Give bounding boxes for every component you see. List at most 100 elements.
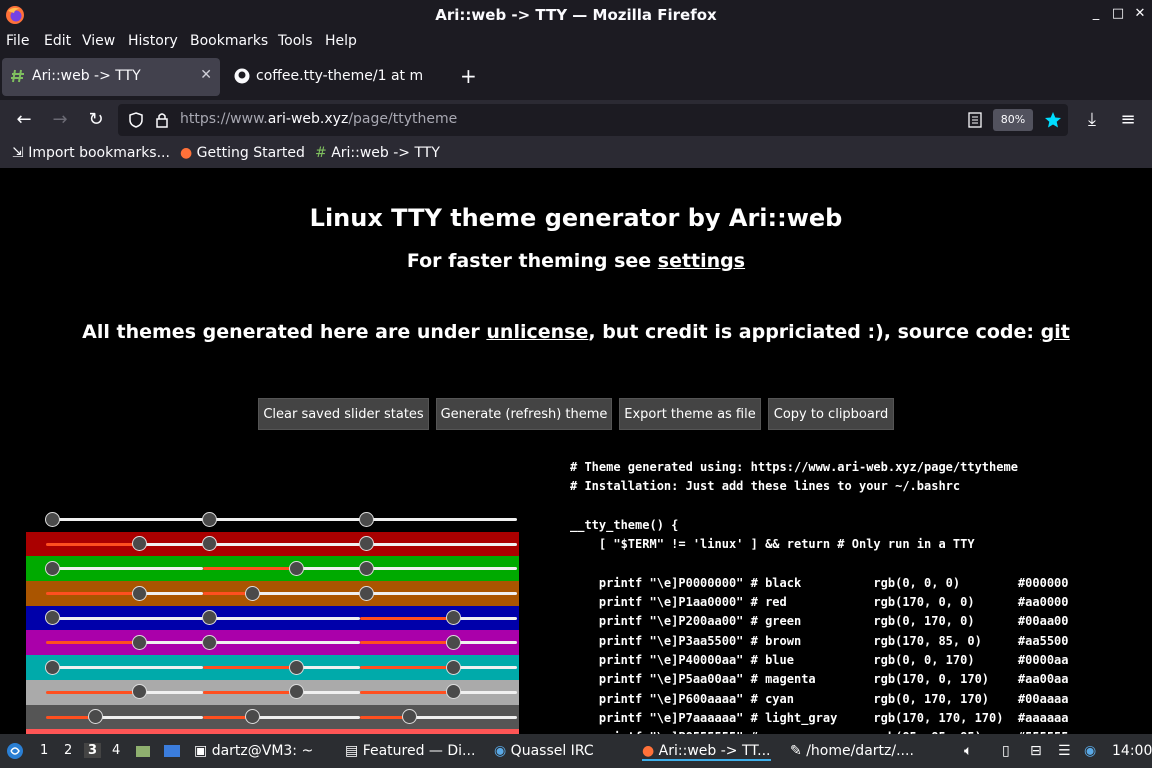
taskbar-item-firefox[interactable]: ● Ari::web -> TT... — [642, 743, 771, 761]
slider-track[interactable] — [210, 542, 360, 546]
slider-track[interactable] — [96, 715, 203, 719]
workspace-4[interactable]: 4 — [112, 743, 120, 758]
slider-knob[interactable] — [445, 610, 461, 626]
slider-knob[interactable] — [131, 585, 147, 601]
menu-help[interactable]: Help — [325, 33, 357, 49]
slider-track[interactable] — [53, 567, 203, 571]
generate-theme-button[interactable]: Generate (refresh) theme — [436, 398, 612, 430]
slider-track[interactable] — [53, 518, 203, 521]
desktop-icon[interactable] — [163, 742, 181, 760]
menu-bookmarks[interactable]: Bookmarks — [190, 33, 268, 49]
slider-track[interactable] — [253, 592, 360, 596]
slider-knob[interactable] — [202, 634, 217, 650]
slider-knob[interactable] — [445, 634, 461, 650]
workspace-1[interactable]: 1 — [40, 743, 48, 758]
reload-icon[interactable]: ↻ — [84, 108, 108, 132]
clipboard-icon[interactable]: ▯ — [1002, 743, 1010, 759]
clear-slider-states-button[interactable]: Clear saved slider states — [258, 398, 429, 430]
slider-knob[interactable] — [288, 684, 304, 700]
slider-track[interactable] — [139, 641, 203, 645]
slider-track[interactable] — [253, 715, 360, 719]
slider-track[interactable] — [453, 641, 517, 645]
lock-icon[interactable] — [155, 112, 169, 128]
slider-knob[interactable] — [402, 709, 418, 724]
url-bar[interactable]: https://www.ari-web.xyz/page/ttytheme 80… — [118, 104, 1068, 136]
workspace-2[interactable]: 2 — [64, 743, 72, 758]
tab-github[interactable]: coffee.tty-theme/1 at ma — [226, 58, 448, 96]
bookmark-star-icon[interactable] — [1044, 111, 1062, 129]
slider-track[interactable] — [367, 567, 517, 571]
slider-track[interactable] — [210, 616, 360, 620]
maximize-icon[interactable]: □ — [1110, 6, 1126, 21]
slider-track[interactable] — [453, 616, 517, 620]
slider-knob[interactable] — [45, 610, 60, 626]
slider-track[interactable] — [139, 592, 203, 596]
git-link[interactable]: git — [1041, 321, 1070, 343]
menu-history[interactable]: History — [128, 33, 178, 49]
taskbar-item-terminal[interactable]: ▣ dartz@VM3: ~ — [194, 743, 313, 759]
slider-knob[interactable] — [202, 536, 217, 552]
bookmark-getting-started[interactable]: ● Getting Started — [180, 145, 305, 161]
taskbar-item-quassel[interactable]: ◉ Quassel IRC — [494, 743, 594, 759]
slider-knob[interactable] — [359, 536, 374, 552]
download-icon[interactable]: ⤓ — [1080, 108, 1104, 132]
bookmark-import[interactable]: ⇲ Import bookmarks... — [12, 145, 170, 161]
file-manager-icon[interactable] — [134, 742, 152, 760]
reader-view-icon[interactable] — [968, 112, 982, 128]
slider-knob[interactable] — [245, 709, 261, 724]
minimize-icon[interactable]: _ — [1088, 6, 1104, 21]
slider-track[interactable] — [139, 542, 203, 546]
slider-knob[interactable] — [359, 585, 374, 601]
slider-knob[interactable] — [45, 659, 60, 675]
workspace-3[interactable]: 3 — [84, 743, 102, 758]
slider-knob[interactable] — [131, 634, 147, 650]
zoom-indicator[interactable]: 80% — [993, 109, 1033, 131]
slider-knob[interactable] — [445, 659, 461, 675]
slider-track[interactable] — [453, 666, 517, 670]
menu-edit[interactable]: Edit — [44, 33, 71, 49]
slider-knob[interactable] — [445, 684, 461, 700]
close-window-icon[interactable]: ✕ — [1132, 6, 1148, 21]
slider-track[interactable] — [367, 592, 517, 596]
slider-knob[interactable] — [359, 560, 374, 576]
export-theme-button[interactable]: Export theme as file — [619, 398, 761, 430]
slider-knob[interactable] — [288, 560, 304, 576]
back-icon[interactable]: ← — [12, 108, 36, 132]
slider-knob[interactable] — [88, 709, 104, 724]
new-tab-icon[interactable]: + — [460, 64, 477, 88]
slider-knob[interactable] — [45, 560, 60, 576]
network-icon[interactable]: ⊟ — [1030, 743, 1042, 759]
slider-track[interactable] — [453, 690, 517, 694]
menu-tools[interactable]: Tools — [278, 33, 313, 49]
taskbar-item-discover[interactable]: ▤ Featured — Di... — [345, 743, 475, 759]
slider-knob[interactable] — [202, 511, 217, 527]
slider-track[interactable] — [410, 715, 517, 719]
volume-icon[interactable]: 🔈︎ — [964, 743, 972, 759]
notifications-icon[interactable]: ☰ — [1058, 743, 1071, 759]
start-menu-icon[interactable] — [6, 742, 24, 760]
slider-track[interactable] — [210, 641, 360, 645]
bookmark-ari-web[interactable]: # Ari::web -> TTY — [315, 145, 440, 161]
slider-track[interactable] — [367, 542, 517, 546]
unlicense-link[interactable]: unlicense — [486, 321, 588, 343]
url-text[interactable]: https://www.ari-web.xyz/page/ttytheme — [180, 111, 457, 127]
taskbar-item-editor[interactable]: ✎ /home/dartz/.... — [790, 743, 914, 759]
settings-link[interactable]: settings — [658, 250, 745, 272]
shield-icon[interactable] — [128, 112, 144, 128]
slider-track[interactable] — [367, 518, 517, 521]
menu-file[interactable]: File — [6, 33, 29, 49]
slider-track[interactable] — [53, 616, 203, 620]
forward-icon[interactable]: → — [48, 108, 72, 132]
slider-knob[interactable] — [45, 511, 60, 527]
tab-close-icon[interactable]: ✕ — [200, 67, 212, 83]
slider-knob[interactable] — [202, 610, 217, 626]
tab-ari-web[interactable]: Ari::web -> TTY ✕ — [2, 58, 220, 96]
slider-knob[interactable] — [359, 511, 374, 527]
slider-knob[interactable] — [245, 585, 261, 601]
quassel-tray-icon[interactable]: ◉ — [1084, 743, 1096, 759]
slider-track[interactable] — [210, 518, 360, 521]
slider-track[interactable] — [296, 567, 360, 571]
slider-knob[interactable] — [288, 659, 304, 675]
slider-track[interactable] — [139, 690, 203, 694]
slider-knob[interactable] — [131, 536, 147, 552]
